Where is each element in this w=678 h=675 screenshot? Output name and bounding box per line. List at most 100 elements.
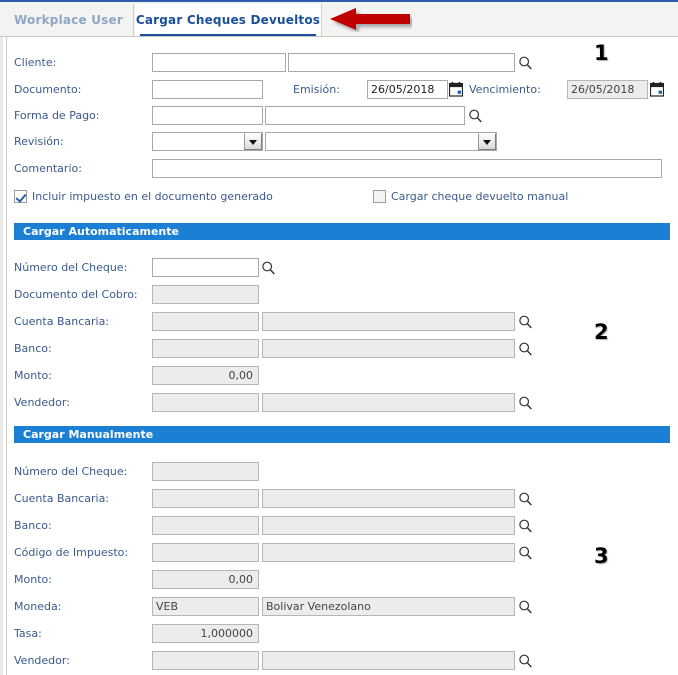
manual-codigo-de-impuesto-code-input[interactable] <box>152 543 259 562</box>
manual-numero-del-cheque-input[interactable] <box>152 462 259 481</box>
field-row-auto-cuenta-bancaria: Cuenta Bancaria: <box>3 312 678 334</box>
search-icon[interactable] <box>518 599 533 615</box>
manual-moneda-name-input[interactable]: Bolivar Venezolano <box>262 597 515 616</box>
search-icon[interactable] <box>518 341 533 357</box>
checkbox-incluir-impuesto-box[interactable] <box>14 190 27 203</box>
label-auto-banco: Banco: <box>14 342 52 355</box>
label-manual-codigo-de-impuesto: Código de Impuesto: <box>14 546 129 559</box>
manual-vendedor-name-input[interactable] <box>262 651 515 670</box>
field-row-auto-numero-del-cheque: Número del Cheque: <box>3 258 678 280</box>
auto-cuenta-bancaria-name-input[interactable] <box>262 312 515 331</box>
label-auto-monto: Monto: <box>14 369 52 382</box>
manual-banco-name-input[interactable] <box>262 516 515 535</box>
field-row-manual-tasa: Tasa: 1,000000 <box>3 624 678 646</box>
label-manual-monto: Monto: <box>14 573 52 586</box>
label-auto-vendedor: Vendedor: <box>14 396 70 409</box>
search-icon[interactable] <box>468 108 483 124</box>
search-icon[interactable] <box>261 260 276 276</box>
field-row-documento: Documento: Emisión: 26/05/2018 Vencimien… <box>3 80 678 102</box>
manual-moneda-code-input[interactable]: VEB <box>152 597 259 616</box>
section-header-cargar-automaticamente: Cargar Automaticamente <box>14 223 670 240</box>
chevron-down-icon[interactable] <box>244 133 262 150</box>
auto-banco-name-input[interactable] <box>262 339 515 358</box>
manual-cuenta-bancaria-code-input[interactable] <box>152 489 259 508</box>
field-row-manual-cuenta-bancaria: Cuenta Bancaria: <box>3 489 678 511</box>
search-icon[interactable] <box>518 314 533 330</box>
label-comentario: Comentario: <box>14 162 82 175</box>
vencimiento-date-input[interactable]: 26/05/2018 <box>567 80 648 99</box>
label-manual-moneda: Moneda: <box>14 600 62 613</box>
auto-cuenta-bancaria-code-input[interactable] <box>152 312 259 331</box>
field-row-manual-numero-del-cheque: Número del Cheque: <box>3 462 678 484</box>
label-manual-banco: Banco: <box>14 519 52 532</box>
tab-cargar-cheques-devueltos[interactable]: Cargar Cheques Devueltos <box>135 4 322 38</box>
search-icon[interactable] <box>518 518 533 534</box>
label-forma-de-pago: Forma de Pago: <box>14 109 100 122</box>
auto-banco-code-input[interactable] <box>152 339 259 358</box>
checkbox-cargar-cheque-manual-label: Cargar cheque devuelto manual <box>391 190 569 203</box>
label-auto-documento-del-cobro: Documento del Cobro: <box>14 288 138 301</box>
search-icon[interactable] <box>518 55 533 71</box>
emision-date-input[interactable]: 26/05/2018 <box>367 80 448 99</box>
revision-code-dropdown[interactable] <box>152 132 263 151</box>
label-manual-numero-del-cheque: Número del Cheque: <box>14 465 128 478</box>
label-cliente: Cliente: <box>14 56 57 69</box>
search-icon[interactable] <box>518 653 533 669</box>
tab-workplace-user-label: Workplace User <box>14 13 123 27</box>
manual-vendedor-code-input[interactable] <box>152 651 259 670</box>
auto-vendedor-code-input[interactable] <box>152 393 259 412</box>
cliente-name-input[interactable] <box>288 53 515 72</box>
label-manual-vendedor: Vendedor: <box>14 654 70 667</box>
label-revision: Revisión: <box>14 135 64 148</box>
search-icon[interactable] <box>518 395 533 411</box>
label-vencimiento: Vencimiento: <box>469 83 541 96</box>
manual-tasa-input[interactable]: 1,000000 <box>152 624 259 643</box>
field-row-forma-de-pago: Forma de Pago: <box>3 106 678 128</box>
section-header-cargar-manualmente: Cargar Manualmente <box>14 426 670 443</box>
search-icon[interactable] <box>518 545 533 561</box>
form-panel: Cliente: Documento: Emisión: 26/05/2018 … <box>0 37 678 675</box>
field-row-comentario: Comentario: <box>3 159 678 181</box>
auto-documento-del-cobro-input[interactable] <box>152 285 259 304</box>
field-row-manual-codigo-de-impuesto: Código de Impuesto: <box>3 543 678 565</box>
forma-de-pago-name-input[interactable] <box>265 106 465 125</box>
label-manual-cuenta-bancaria: Cuenta Bancaria: <box>14 492 110 505</box>
comentario-input[interactable] <box>152 159 662 178</box>
cliente-code-input[interactable] <box>152 53 286 72</box>
calendar-icon[interactable] <box>650 82 664 97</box>
tab-cargar-cheques-devueltos-label: Cargar Cheques Devueltos <box>135 13 321 27</box>
field-row-manual-monto: Monto: 0,00 <box>3 570 678 592</box>
field-row-manual-moneda: Moneda: VEB Bolivar Venezolano <box>3 597 678 619</box>
auto-vendedor-name-input[interactable] <box>262 393 515 412</box>
field-row-auto-banco: Banco: <box>3 339 678 361</box>
manual-banco-code-input[interactable] <box>152 516 259 535</box>
chevron-down-icon[interactable] <box>478 133 496 150</box>
manual-monto-input[interactable]: 0,00 <box>152 570 259 589</box>
documento-input[interactable] <box>152 80 263 99</box>
manual-cuenta-bancaria-name-input[interactable] <box>262 489 515 508</box>
manual-codigo-de-impuesto-name-input[interactable] <box>262 543 515 562</box>
label-auto-cuenta-bancaria: Cuenta Bancaria: <box>14 315 110 328</box>
forma-de-pago-code-input[interactable] <box>152 106 263 125</box>
field-row-revision: Revisión: <box>3 132 678 154</box>
label-emision: Emisión: <box>293 83 340 96</box>
label-manual-tasa: Tasa: <box>14 627 42 640</box>
field-row-auto-monto: Monto: 0,00 <box>3 366 678 388</box>
auto-numero-del-cheque-input[interactable] <box>152 258 259 277</box>
tab-workplace-user[interactable]: Workplace User <box>4 4 134 38</box>
field-row-manual-vendedor: Vendedor: <box>3 651 678 673</box>
label-documento: Documento: <box>14 83 82 96</box>
label-auto-numero-del-cheque: Número del Cheque: <box>14 261 128 274</box>
field-row-auto-vendedor: Vendedor: <box>3 393 678 415</box>
revision-name-dropdown[interactable] <box>265 132 497 151</box>
auto-monto-input[interactable]: 0,00 <box>152 366 259 385</box>
field-row-cliente: Cliente: <box>3 53 678 75</box>
calendar-icon[interactable] <box>449 82 463 97</box>
search-icon[interactable] <box>518 491 533 507</box>
checkbox-incluir-impuesto-label: Incluir impuesto en el documento generad… <box>32 190 273 203</box>
tab-bar: Workplace User Cargar Cheques Devueltos <box>0 0 678 38</box>
field-row-auto-documento-del-cobro: Documento del Cobro: <box>3 285 678 307</box>
checkbox-cargar-cheque-manual-box[interactable] <box>373 190 386 203</box>
field-row-manual-banco: Banco: <box>3 516 678 538</box>
tab-bar-filler <box>322 4 678 38</box>
